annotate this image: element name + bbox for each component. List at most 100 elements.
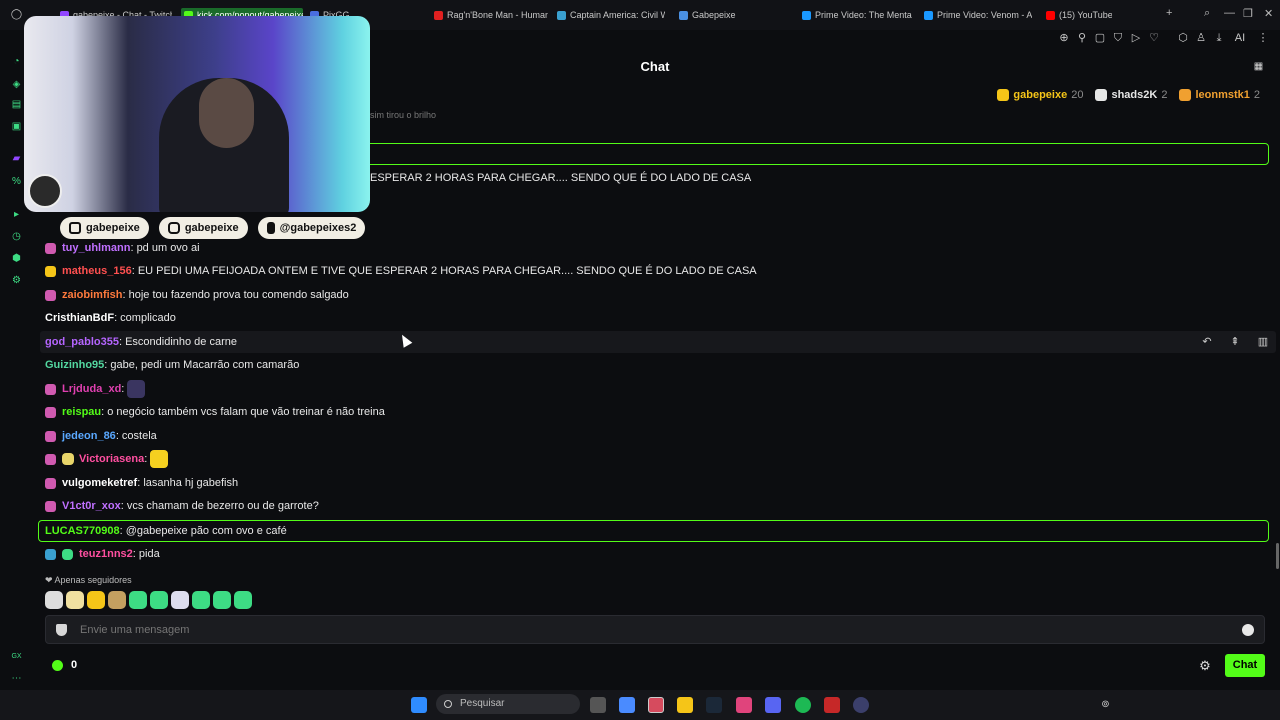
twitch-sidebar-icon[interactable]: ▰: [10, 152, 23, 165]
emote-icon: [127, 380, 146, 398]
gx-store-icon[interactable]: ▤: [10, 98, 23, 111]
emote-icon[interactable]: [171, 591, 189, 609]
app-icon[interactable]: [853, 697, 869, 713]
discount-icon[interactable]: %: [10, 175, 23, 188]
opera-gx-logo-icon[interactable]: ◯: [10, 8, 23, 21]
snapshot-icon[interactable]: ▢: [1093, 31, 1107, 45]
chat-message[interactable]: jedeon_86: costela: [45, 427, 157, 445]
tab-prime-mentalist[interactable]: Prime Video: The Mentalist: [802, 8, 912, 22]
chat-message[interactable]: Lrjduda_xd:: [45, 380, 146, 398]
menu-icon[interactable]: ⋮: [1256, 31, 1270, 45]
chat-message[interactable]: Victoriasena:: [45, 450, 169, 468]
discord-icon[interactable]: [765, 697, 781, 713]
extensions-icon[interactable]: ⬡: [1176, 31, 1190, 45]
pin-icon[interactable]: ⇞: [1226, 332, 1244, 352]
emote-icon[interactable]: [87, 591, 105, 609]
tab-ragnbone[interactable]: Rag'n'Bone Man - Human: [434, 8, 548, 22]
emote-icon[interactable]: [192, 591, 210, 609]
emoji-picker-icon[interactable]: [1242, 624, 1254, 636]
spotify-icon[interactable]: [795, 697, 811, 713]
gx-music-icon[interactable]: ▣: [10, 120, 23, 133]
kick-points-icon: [52, 659, 63, 671]
message-actions: ↶ ⇞ ▥: [1198, 332, 1272, 352]
sub-badge-icon: [45, 383, 56, 395]
chat-message[interactable]: Guizinho95: gabe, pedi um Macarrão com c…: [45, 356, 299, 374]
player-icon[interactable]: ▸: [10, 208, 23, 221]
gx-logo-icon[interactable]: GX: [10, 650, 23, 663]
page-icon: [679, 10, 688, 20]
close-icon[interactable]: ✕: [1264, 7, 1273, 20]
chat-message[interactable]: teuz1nns2: pida: [45, 545, 160, 563]
emote-icon[interactable]: [129, 591, 147, 609]
points-counter[interactable]: 0: [52, 659, 77, 671]
tab-youtube[interactable]: (15) YouTube: [1046, 8, 1112, 22]
extensions-icon[interactable]: ⬢: [10, 252, 23, 265]
new-tab-icon[interactable]: +: [1166, 7, 1172, 19]
film-icon: [557, 10, 566, 20]
chat-message[interactable]: LUCAS770908: @gabepeixe pão com ovo e ca…: [45, 522, 287, 540]
send-chat-button[interactable]: Chat: [1225, 654, 1265, 677]
tab-captain-america[interactable]: Captain America: Civil War: [557, 8, 665, 22]
leaderboard-entry[interactable]: leonmstk1 2: [1179, 89, 1260, 101]
download-icon[interactable]: ⤓: [1212, 31, 1226, 45]
task-view-icon[interactable]: [590, 697, 606, 713]
shield-icon[interactable]: ⛉: [1111, 31, 1125, 45]
tab-gabepeixe[interactable]: Gabepeixe: [679, 8, 739, 22]
more-icon[interactable]: ⋯: [10, 672, 23, 685]
delete-icon[interactable]: ▥: [1254, 332, 1272, 352]
chat-message[interactable]: god_pablo355: Escondidinho de carne: [45, 333, 237, 351]
reply-icon[interactable]: ↶: [1198, 332, 1216, 352]
emote-icon[interactable]: [150, 591, 168, 609]
profile-icon[interactable]: ♙: [1194, 31, 1208, 45]
emote-icon[interactable]: [213, 591, 231, 609]
leaderboard-entry[interactable]: gabepeixe 20: [997, 89, 1083, 101]
emote-icon[interactable]: [234, 591, 252, 609]
app-icon[interactable]: [736, 697, 752, 713]
play-icon[interactable]: ▷: [1129, 31, 1143, 45]
app-icon[interactable]: [824, 697, 840, 713]
emote-icon: [62, 453, 74, 465]
heart-icon[interactable]: ♡: [1147, 31, 1161, 45]
taskbar-search[interactable]: Pesquisar: [436, 694, 580, 714]
followers-only-notice: ❤ Apenas seguidores: [45, 575, 132, 585]
chat-message[interactable]: vulgomeketref: lasanha hj gabefish: [45, 474, 238, 492]
emote-icon[interactable]: [108, 591, 126, 609]
steam-icon[interactable]: [706, 697, 722, 713]
settings-icon[interactable]: ⚙: [10, 274, 23, 287]
file-explorer-icon[interactable]: [677, 697, 693, 713]
chat-message[interactable]: CristhianBdF: complicado: [45, 309, 176, 327]
sub-badge-icon: [45, 242, 56, 254]
gx-control-icon[interactable]: ◔: [10, 55, 23, 68]
windows-start-icon[interactable]: [411, 697, 427, 713]
ai-button[interactable]: AI: [1230, 31, 1250, 45]
pin-icon[interactable]: ⚲: [1075, 31, 1089, 45]
emote-icon[interactable]: [45, 591, 63, 609]
users-icon[interactable]: ▦: [1252, 60, 1265, 73]
windows-taskbar: [0, 690, 1280, 720]
gx-corner-icon[interactable]: ◈: [10, 78, 23, 91]
history-icon[interactable]: ◷: [10, 230, 23, 243]
chat-message[interactable]: zaiobimfish: hoje tou fazendo prova tou …: [45, 286, 349, 304]
search-icon[interactable]: ⌕: [1204, 7, 1210, 20]
leaderboard-entry[interactable]: shads2K 2: [1095, 89, 1167, 101]
bronze-medal-icon: [1179, 89, 1192, 101]
chat-message[interactable]: matheus_156: EU PEDI UMA FEIJOADA ONTEM …: [45, 262, 757, 280]
message-input[interactable]: [80, 622, 1220, 638]
scrollbar[interactable]: [1276, 543, 1279, 569]
opera-gx-taskbar-icon[interactable]: [648, 697, 664, 713]
chat-settings-icon[interactable]: ⚙: [1197, 658, 1213, 674]
restore-icon[interactable]: ❐: [1243, 7, 1253, 20]
zoom-icon[interactable]: ⊕: [1057, 31, 1071, 45]
microphone-icon[interactable]: ⊚: [1099, 698, 1112, 711]
sub-badge-icon: [45, 406, 56, 418]
chat-message[interactable]: tuy_uhlmann: pd um ovo ai: [45, 239, 200, 257]
shield-icon: [56, 624, 67, 636]
chat-message[interactable]: reispau: o negócio também vcs falam que …: [45, 403, 385, 421]
minimize-icon[interactable]: —: [1224, 7, 1235, 19]
emote-icon[interactable]: [66, 591, 84, 609]
silver-medal-icon: [1095, 89, 1108, 101]
chat-message[interactable]: ESPERAR 2 HORAS PARA CHEGAR.... SENDO QU…: [370, 169, 751, 187]
chat-message[interactable]: V1ct0r_xox: vcs chamam de bezerro ou de …: [45, 497, 319, 515]
tab-prime-venom[interactable]: Prime Video: Venom - A: [924, 8, 1032, 22]
copilot-icon[interactable]: [619, 697, 635, 713]
